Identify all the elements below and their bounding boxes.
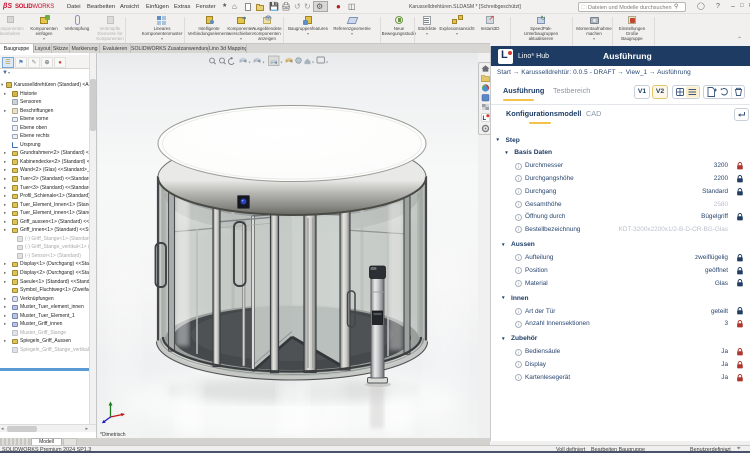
svg-text:▾: ▾ bbox=[326, 60, 328, 65]
svg-text:▾: ▾ bbox=[249, 60, 251, 65]
svg-text:▾: ▾ bbox=[281, 60, 283, 65]
svg-text:L: L bbox=[483, 116, 487, 122]
svg-text:▾: ▾ bbox=[263, 60, 265, 65]
svg-text:▾: ▾ bbox=[312, 60, 314, 65]
